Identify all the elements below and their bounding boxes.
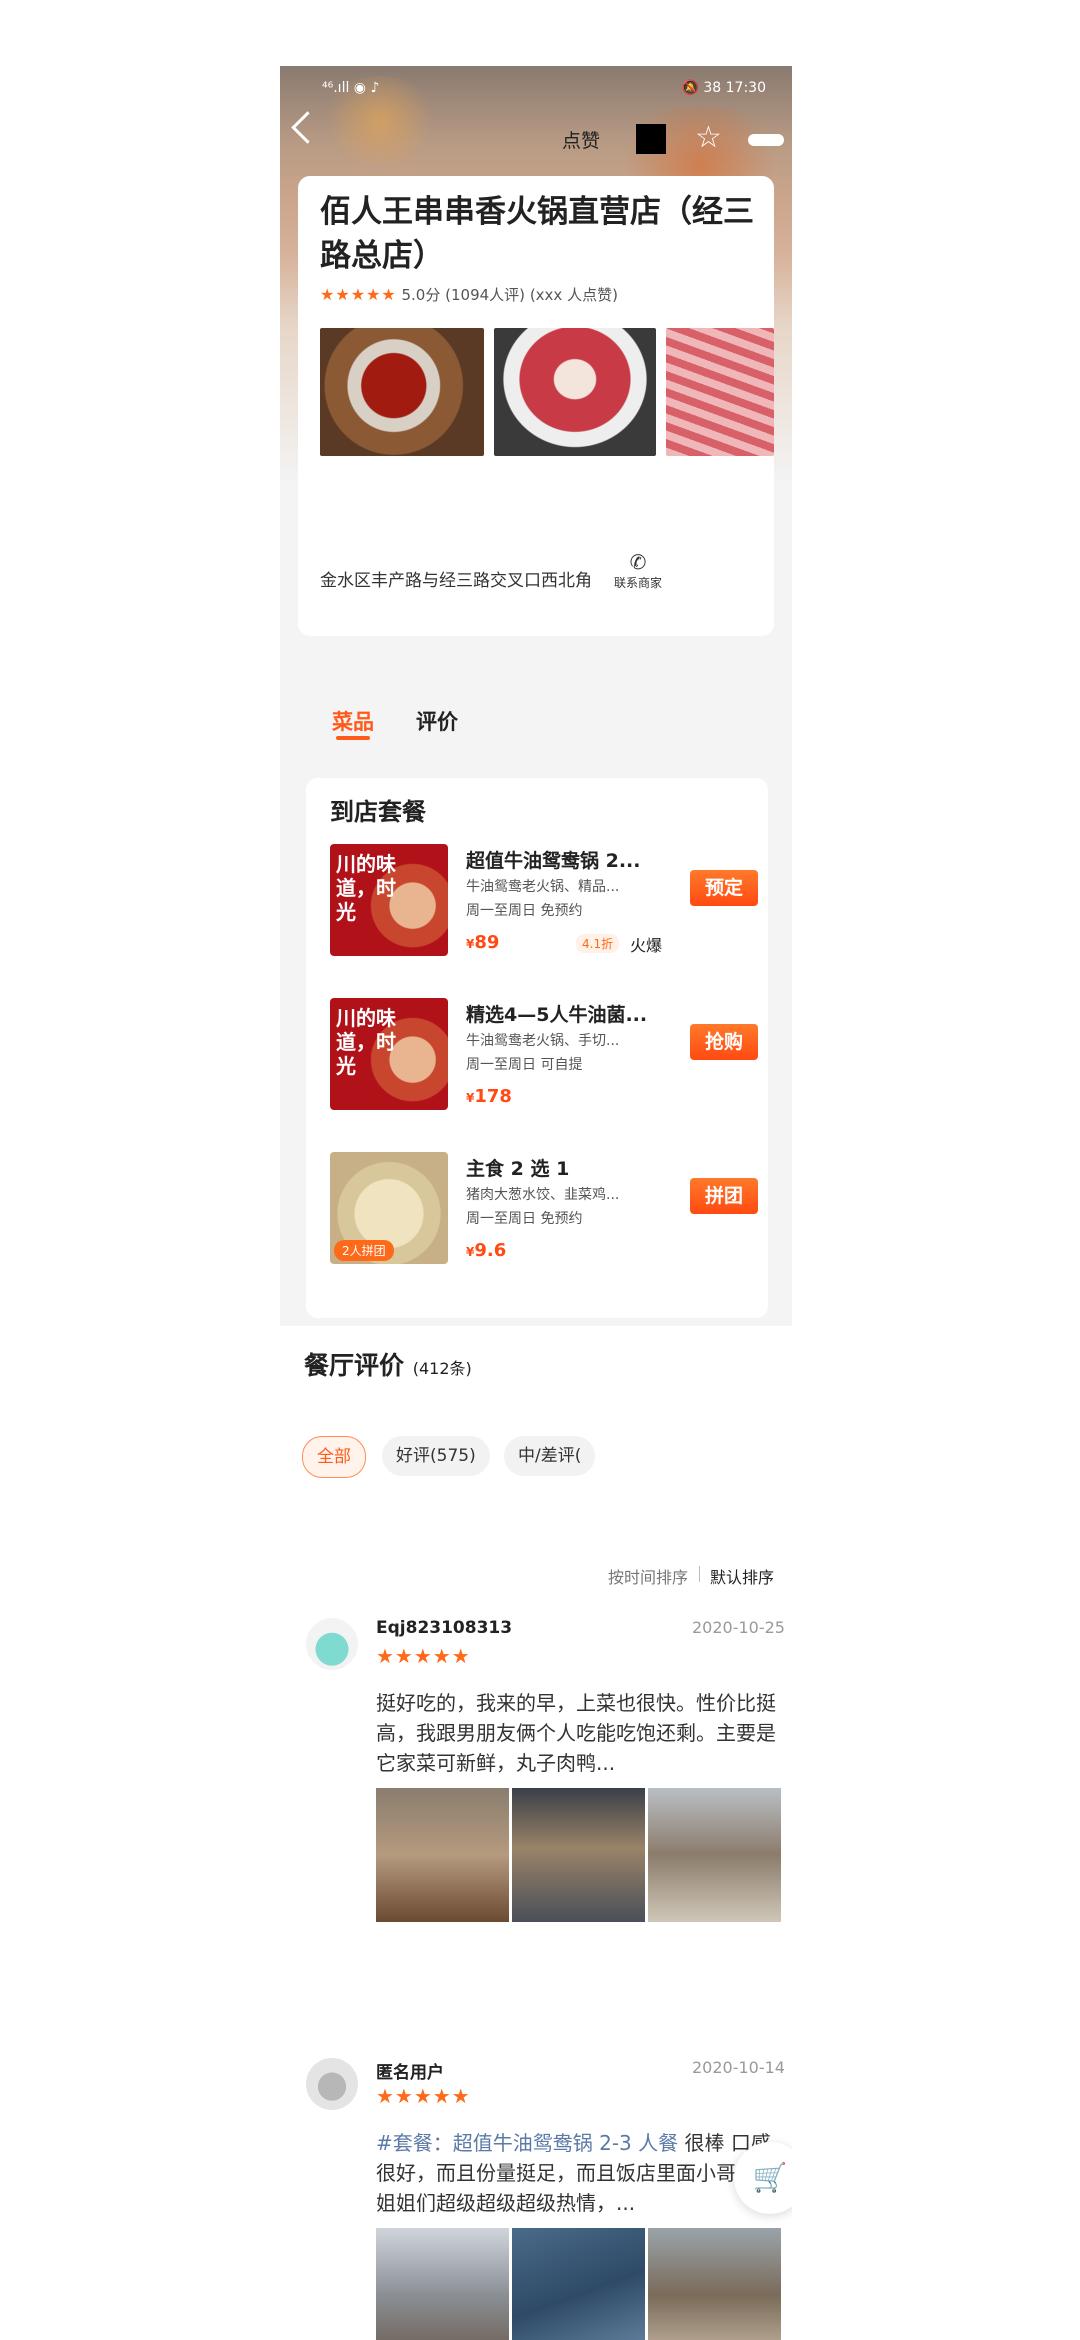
sort-default[interactable]: 默认排序 [710, 1564, 774, 1588]
status-left: ⁴⁶.ıll ◉ ♪ [322, 80, 380, 96]
package-desc: 猪肉大葱水饺、韭菜鸡... [466, 1187, 620, 1203]
review-stars: ★★★★★ [376, 1644, 471, 1668]
package-title: 超值牛油鸳鸯锅 2... [466, 850, 641, 872]
package-title: 精选4—5人牛油菌... [466, 1004, 648, 1026]
store-info-card: 佰人王串串香火锅直营店（经三路总店） ★★★★★ 5.0分 (1094人评) (… [298, 176, 774, 636]
package-section-title: 到店套餐 [330, 798, 426, 826]
active-tab-indicator [336, 736, 370, 740]
review-photo[interactable] [512, 1788, 645, 1922]
store-name: 佰人王串串香火锅直营店（经三路总店） [320, 194, 754, 274]
app-screen: ⁴⁶.ıll ◉ ♪ 🔕 38 17:30 点赞 ☆ 佰人王串串香火锅直营店（经… [280, 66, 792, 2340]
review-section-title: 餐厅评价 (412条) [304, 1346, 472, 1382]
buy-button[interactable]: 抢购 [690, 1024, 758, 1060]
review-photos [376, 1788, 782, 1922]
rating-score: 5.0分 [401, 286, 441, 304]
discount-badge: 4.1折 [576, 934, 620, 953]
review-photos [376, 2228, 782, 2340]
store-photo[interactable] [666, 328, 774, 456]
price-value: 9.6 [474, 1240, 507, 1261]
status-right: 🔕 38 17:30 [681, 80, 767, 96]
chip-negative[interactable]: 中/差评( [504, 1436, 596, 1476]
chip-all[interactable]: 全部 [302, 1436, 366, 1478]
reserve-button[interactable]: 预定 [690, 870, 758, 906]
package-card: 到店套餐 川的味道，时光 超值牛油鸳鸯锅 2... 牛油鸳鸯老火锅、精品... … [306, 778, 768, 1318]
rating-stars: ★★★★★ [320, 285, 397, 304]
more-menu-icon[interactable] [748, 134, 784, 146]
thumbnail-text: 川的味道，时光 [336, 1006, 396, 1078]
tab-dishes[interactable]: 菜品 [332, 706, 374, 736]
review-photo[interactable] [376, 1788, 509, 1922]
package-thumbnail: 川的味道，时光 [330, 844, 448, 956]
store-photos[interactable] [320, 328, 774, 458]
review-photo[interactable] [512, 2228, 645, 2340]
review-text: 挺好吃的，我来的早，上菜也很快。性价比挺高，我跟男朋友俩个人吃能吃饱还剩。主要是… [376, 1691, 776, 1775]
like-count: (xxx 人点赞) [529, 286, 618, 304]
favorite-star-icon[interactable]: ☆ [695, 120, 722, 155]
package-price: ¥178 [466, 1086, 512, 1107]
review-package-tag[interactable]: #套餐：超值牛油鸳鸯锅 2-3 人餐 [376, 2131, 678, 2155]
like-label[interactable]: 点赞 [562, 126, 600, 153]
package-desc: 牛油鸳鸯老火锅、手切... [466, 1033, 620, 1049]
review-username[interactable]: Eqj823108313 [376, 1618, 512, 1638]
review-stars: ★★★★★ [376, 2084, 471, 2108]
package-item[interactable]: 川的味道，时光 精选4—5人牛油菌... 牛油鸳鸯老火锅、手切... 周一至周日… [330, 998, 760, 1128]
package-thumbnail: 2人拼团 [330, 1152, 448, 1264]
sort-by-time[interactable]: 按时间排序 [608, 1564, 688, 1588]
package-days: 周一至周日 可自提 [466, 1057, 583, 1073]
nav-bar: 点赞 ☆ [280, 106, 792, 156]
package-item[interactable]: 2人拼团 主食 2 选 1 猪肉大葱水饺、韭菜鸡... 周一至周日 免预约 ¥9… [330, 1152, 760, 1282]
package-price: ¥89 [466, 932, 500, 953]
rating-count: (1094人评) [445, 286, 526, 304]
group-badge: 2人拼团 [334, 1240, 394, 1261]
contact-label: 联系商家 [613, 576, 662, 590]
sort-bar: 按时间排序 默认排序 [280, 1526, 792, 1606]
back-arrow-icon[interactable] [291, 111, 324, 144]
review-title: 餐厅评价 [304, 1351, 405, 1380]
price-value: 178 [474, 1086, 512, 1107]
group-buy-button[interactable]: 拼团 [690, 1178, 758, 1214]
store-photo[interactable] [494, 328, 656, 456]
store-address: 金水区丰产路与经三路交叉口西北角 [320, 571, 592, 591]
price-value: 89 [474, 932, 500, 953]
rating-row: ★★★★★ 5.0分 (1094人评) (xxx 人点赞) [320, 284, 618, 305]
review-date: 2020-10-14 [692, 2058, 785, 2077]
package-days: 周一至周日 免预约 [466, 903, 583, 919]
status-bar: ⁴⁶.ıll ◉ ♪ 🔕 38 17:30 [280, 78, 792, 102]
package-days: 周一至周日 免预约 [466, 1211, 583, 1227]
chip-positive[interactable]: 好评(575) [382, 1436, 490, 1476]
review-total: (412条) [412, 1359, 472, 1378]
review-photo[interactable] [648, 2228, 781, 2340]
review-text-block: #套餐：超值牛油鸳鸯锅 2-3 人餐 很棒 口感很好，而且份量挺足，而且饭店里面… [376, 2128, 782, 2218]
review-item: 匿名用户 2020-10-14 ★★★★★ #套餐：超值牛油鸳鸯锅 2-3 人餐… [280, 2046, 792, 2340]
package-title: 主食 2 选 1 [466, 1158, 570, 1180]
package-desc: 牛油鸳鸯老火锅、精品... [466, 879, 620, 895]
sort-divider [699, 1566, 700, 1582]
thumbnail-text: 川的味道，时光 [336, 852, 396, 924]
hot-label: 火爆 [630, 936, 663, 955]
review-photo[interactable] [648, 1788, 781, 1922]
review-username[interactable]: 匿名用户 [376, 2058, 444, 2083]
contact-merchant-button[interactable]: ✆ 联系商家 [608, 550, 668, 591]
store-photo[interactable] [320, 328, 484, 456]
review-date: 2020-10-25 [692, 1618, 785, 1637]
phone-icon: ✆ [629, 550, 647, 574]
package-item[interactable]: 川的味道，时光 超值牛油鸳鸯锅 2... 牛油鸳鸯老火锅、精品... 周一至周日… [330, 844, 760, 974]
avatar[interactable] [306, 1618, 358, 1670]
avatar[interactable] [306, 2058, 358, 2110]
review-item: Eqj823108313 2020-10-25 ★★★★★ 挺好吃的，我来的早，… [280, 1606, 792, 2046]
tab-reviews[interactable]: 评价 [416, 706, 458, 736]
like-icon[interactable] [636, 124, 666, 154]
package-price: ¥9.6 [466, 1240, 507, 1261]
review-photo[interactable] [376, 2228, 509, 2340]
package-thumbnail: 川的味道，时光 [330, 998, 448, 1110]
tab-bar: 菜品 评价 [280, 656, 792, 776]
